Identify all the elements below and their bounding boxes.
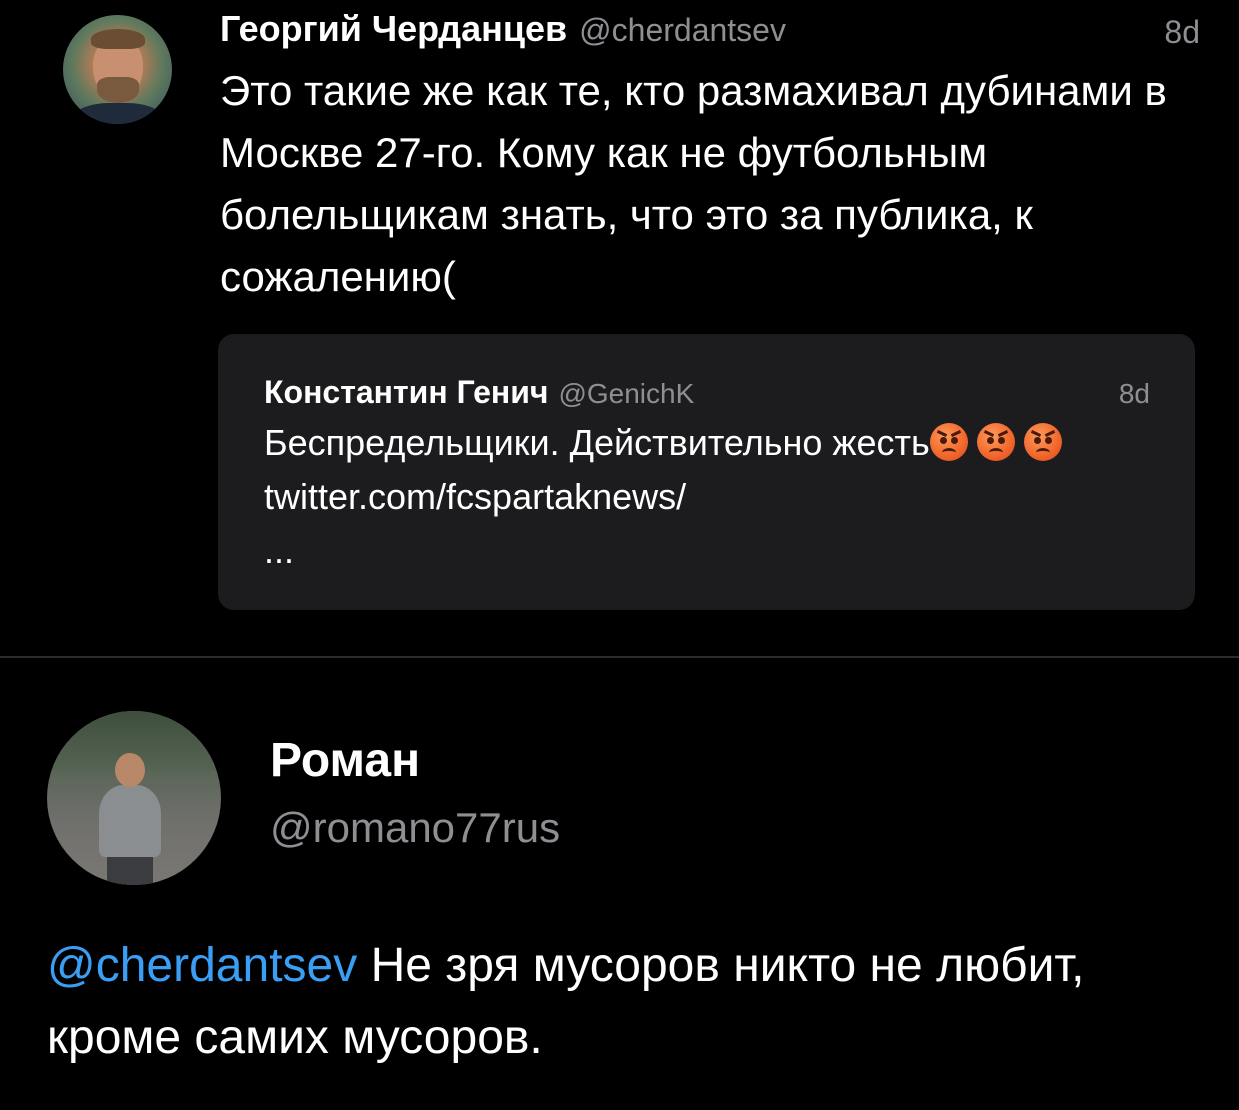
- tweet-text: Это такие же как те, кто размахивал дуби…: [220, 67, 1167, 300]
- quoted-tweet[interactable]: Константин Генич @GenichK 8d Беспредельщи…: [218, 334, 1195, 610]
- angry-face-icon: [929, 423, 968, 461]
- author-avatar[interactable]: [63, 15, 172, 124]
- reply-user-handle[interactable]: @romano77rus: [270, 804, 560, 852]
- angry-face-icon: [976, 423, 1015, 461]
- quote-time: 8d: [1118, 378, 1150, 409]
- quote-body: Беспредельщики. Действительно жесть: [264, 422, 930, 463]
- quote-link[interactable]: twitter.com/fcspartaknews/: [264, 476, 686, 517]
- reply-avatar[interactable]: [47, 711, 221, 885]
- tweet-thread: Георгий Черданцев @cherdantsev 8d Это так…: [0, 0, 1239, 1110]
- quote-header: Константин Генич @GenichK 8d: [264, 374, 1150, 414]
- author-handle[interactable]: @cherdantsev: [579, 12, 786, 48]
- mention-link[interactable]: @cherdantsev: [47, 939, 357, 992]
- quote-author-name: Константин Генич: [264, 374, 549, 410]
- author-name[interactable]: Георгий Черданцев: [220, 8, 567, 49]
- tweet-cherdantsev[interactable]: Георгий Черданцев @cherdantsev 8d Это так…: [0, 0, 1239, 656]
- quote-ellipsis: ...: [264, 530, 295, 571]
- divider: [0, 656, 1239, 658]
- tweet-time: 8d: [1164, 14, 1200, 50]
- reply-text: @cherdantsev Не зря мусоров никто не люб…: [47, 930, 1197, 1074]
- reply-user-name[interactable]: Роман: [270, 733, 420, 788]
- quote-author-handle: @GenichK: [558, 378, 695, 409]
- angry-face-icon: [1023, 423, 1062, 461]
- quote-text: Беспредельщики. Действительно жесть twit…: [264, 416, 1164, 578]
- tweet-header: Георгий Черданцев @cherdantsev 8d: [220, 8, 1200, 60]
